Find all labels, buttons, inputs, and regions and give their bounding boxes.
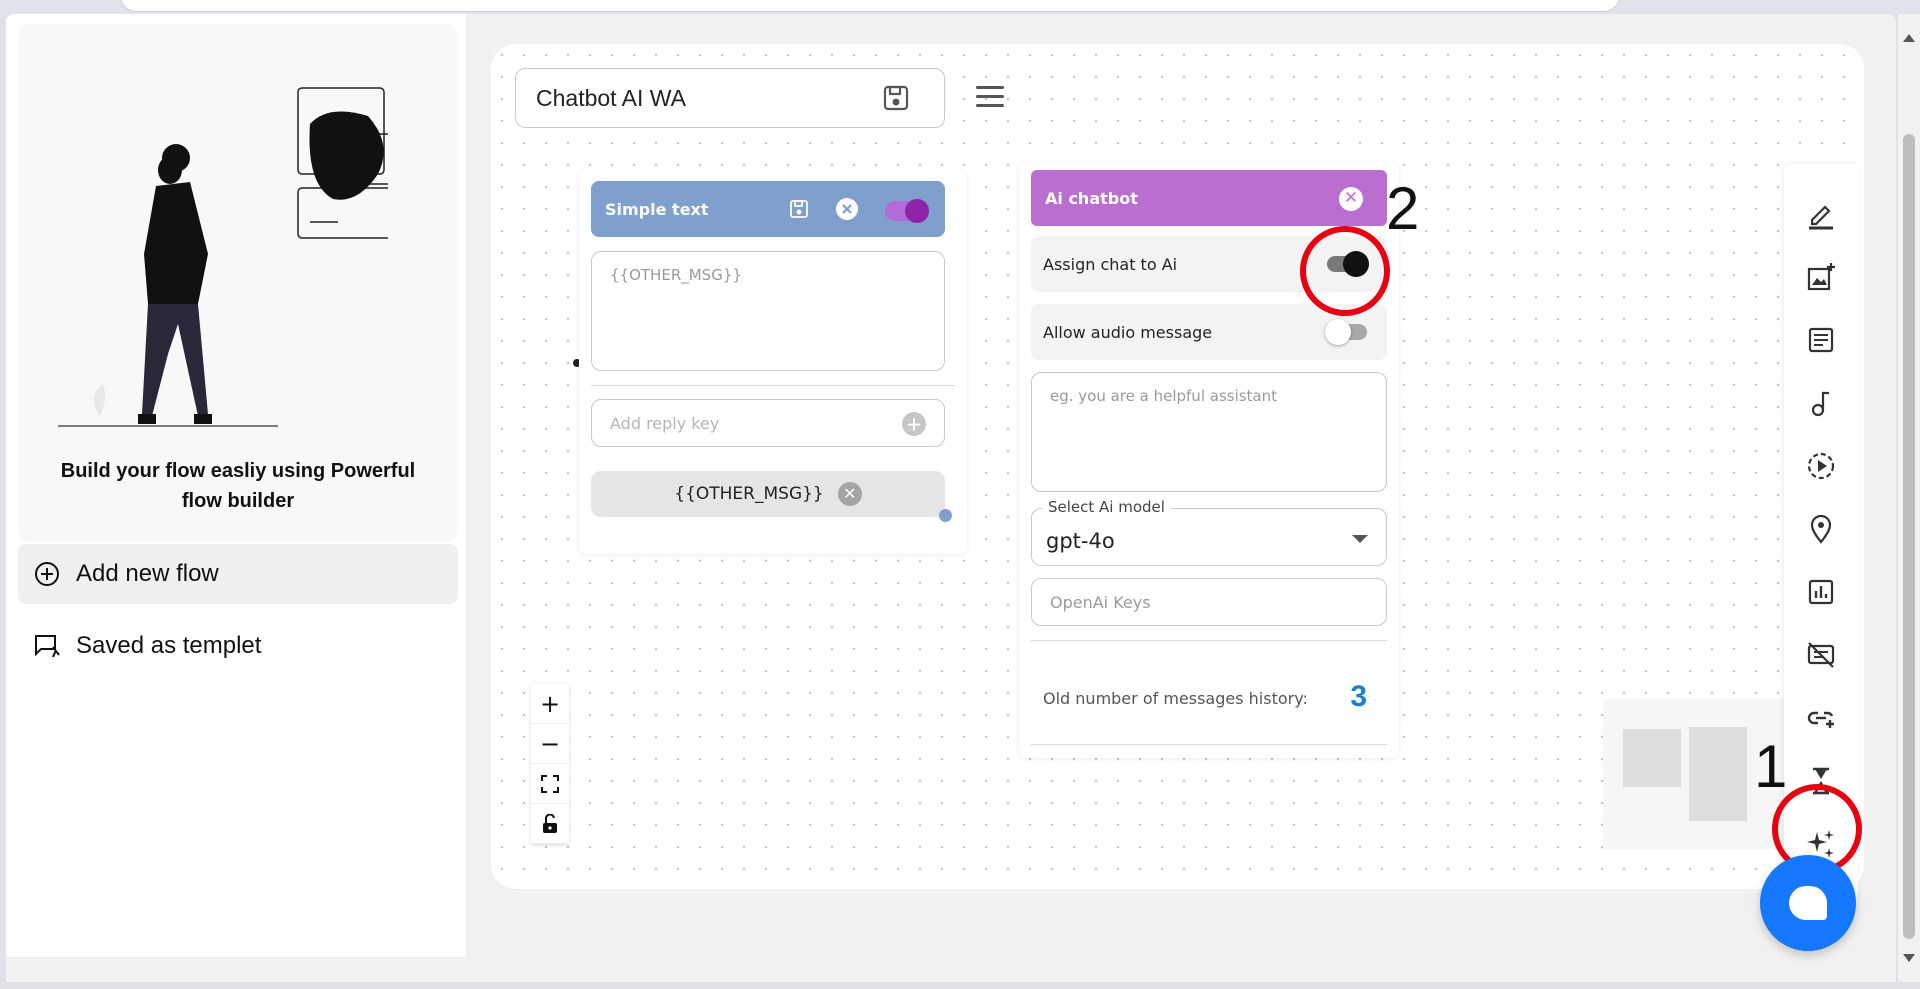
ai-model-value: gpt-4o — [1046, 529, 1115, 553]
ai-chatbot-title: Ai chatbot — [1045, 188, 1138, 208]
remove-chip-icon[interactable]: ✕ — [837, 482, 862, 506]
promo-card: Build your flow easliy using Powerful fl… — [18, 24, 458, 542]
promo-text: Build your flow easliy using Powerful fl… — [60, 460, 416, 512]
browser-top-bar — [0, 0, 1920, 14]
add-new-flow-label: Add new flow — [76, 560, 219, 587]
disabled-message-icon[interactable] — [1801, 635, 1841, 675]
annotation-circle-2 — [1300, 226, 1390, 316]
menu-icon[interactable] — [976, 86, 1006, 110]
node-close-icon[interactable] — [835, 197, 859, 225]
fit-view-button[interactable] — [531, 764, 569, 804]
browser-address-bar[interactable] — [120, 0, 1620, 12]
history-row: Old number of messages history: 3 — [1031, 662, 1387, 734]
node-save-icon[interactable] — [789, 199, 809, 223]
divider — [591, 385, 955, 386]
message-textarea[interactable]: {{OTHER_MSG}} — [591, 251, 945, 371]
reply-key-placeholder: Add reply key — [610, 413, 720, 433]
saved-as-template-label: Saved as templet — [76, 632, 262, 659]
minimap-node — [1689, 727, 1747, 821]
openai-keys-input[interactable]: OpenAi Keys — [1031, 578, 1387, 626]
ai-model-legend: Select Ai model — [1042, 498, 1171, 516]
ai-chatbot-header: Ai chatbot ✕ — [1031, 170, 1387, 226]
add-link-icon[interactable] — [1801, 698, 1841, 738]
annotation-number-1: 1 — [1754, 733, 1788, 800]
node-output-handle[interactable] — [939, 509, 952, 522]
scrollbar-thumb[interactable] — [1903, 134, 1915, 939]
close-icon[interactable]: ✕ — [1339, 187, 1363, 211]
saved-as-template-button[interactable]: Saved as templet — [18, 616, 458, 676]
chat-support-button[interactable] — [1760, 855, 1856, 951]
add-image-icon[interactable] — [1801, 257, 1841, 297]
chevron-down-icon — [1352, 535, 1368, 543]
simple-text-header: Simple text — [591, 181, 945, 237]
simple-text-title: Simple text — [605, 199, 709, 219]
edit-icon[interactable] — [1801, 194, 1841, 234]
flow-title-text: Chatbot AI WA — [536, 84, 686, 111]
save-icon[interactable] — [882, 84, 910, 118]
page-scrollbar[interactable] — [1898, 14, 1920, 982]
node-enable-toggle[interactable] — [885, 199, 929, 223]
reply-key-input[interactable]: Add reply key + — [591, 399, 945, 447]
zoom-in-button[interactable]: + — [531, 684, 569, 724]
location-pin-icon[interactable] — [1801, 509, 1841, 549]
chat-bubble-icon — [1789, 886, 1827, 920]
add-circle-icon — [32, 559, 62, 589]
minimap-node — [1623, 729, 1681, 787]
flow-title-field[interactable]: Chatbot AI WA — [515, 68, 945, 128]
allow-audio-toggle[interactable] — [1325, 319, 1367, 345]
simple-text-node[interactable]: Simple text {{OTHER_MSG}} Add reply key … — [579, 169, 967, 554]
zoom-out-button[interactable]: − — [531, 724, 569, 764]
ai-model-select[interactable]: Select Ai model gpt-4o — [1031, 498, 1387, 566]
scroll-down-icon[interactable] — [1903, 954, 1915, 962]
zoom-controls: + − — [531, 684, 569, 844]
add-reply-icon[interactable]: + — [902, 412, 926, 436]
lock-button[interactable] — [531, 804, 569, 844]
woman-illustration — [58, 87, 388, 427]
fit-view-icon — [541, 774, 559, 793]
history-count[interactable]: 3 — [1350, 680, 1367, 714]
history-label: Old number of messages history: — [1043, 688, 1308, 708]
reply-chip: {{OTHER_MSG}} ✕ — [591, 471, 945, 517]
article-icon[interactable] — [1801, 320, 1841, 360]
add-new-flow-button[interactable]: Add new flow — [18, 544, 458, 604]
allow-audio-label: Allow audio message — [1043, 322, 1213, 342]
app-window: Build your flow easliy using Powerful fl… — [6, 14, 1896, 982]
play-circle-icon[interactable] — [1801, 446, 1841, 486]
saved-message-icon — [32, 631, 62, 661]
assign-chat-label: Assign chat to Ai — [1043, 254, 1178, 274]
annotation-number-2: 2 — [1386, 175, 1420, 242]
music-note-icon[interactable] — [1801, 383, 1841, 423]
reply-chip-label: {{OTHER_MSG}} — [674, 484, 824, 504]
divider — [1031, 744, 1387, 745]
unlock-icon — [543, 813, 557, 833]
flow-canvas[interactable]: Chatbot AI WA Simple text {{OTHER_MSG}} … — [491, 44, 1864, 904]
system-prompt-textarea[interactable]: eg. you are a helpful assistant — [1031, 372, 1387, 492]
sidebar: Build your flow easliy using Powerful fl… — [6, 14, 466, 957]
scroll-up-icon[interactable] — [1903, 34, 1915, 42]
divider — [1031, 640, 1387, 641]
bar-chart-icon[interactable] — [1801, 572, 1841, 612]
